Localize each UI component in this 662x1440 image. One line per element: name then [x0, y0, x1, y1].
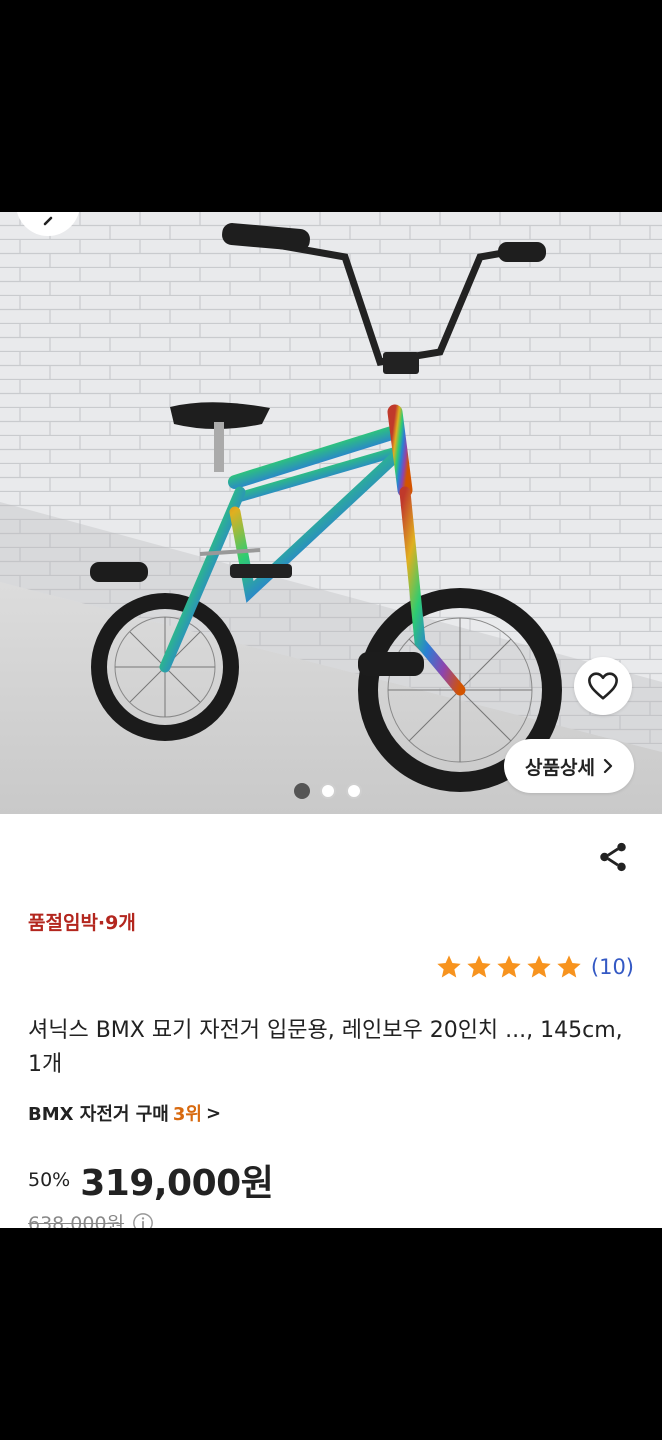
- star-icon: [527, 955, 551, 978]
- rank-chevron: >: [205, 1102, 222, 1124]
- stock-notice: 품절임박·9개: [28, 912, 136, 934]
- product-image: [0, 212, 662, 814]
- carousel-indicator: [294, 783, 362, 799]
- discount-rate: 50%: [28, 1169, 71, 1191]
- carousel-dot-2[interactable]: [320, 783, 336, 799]
- product-image-carousel[interactable]: 상품상세: [0, 212, 662, 814]
- star-icon: [497, 955, 521, 978]
- original-price-row: 638,000원: [28, 1209, 154, 1228]
- chevron-left-icon: [43, 216, 53, 226]
- product-detail-screen: 상품상세 품절임박·9개 (10) 셔닉스 BMX 묘기 자전거 입문용, 레인…: [0, 212, 662, 1228]
- info-icon[interactable]: [132, 1212, 154, 1229]
- rating-stars: [435, 953, 583, 981]
- chevron-right-icon: [603, 758, 613, 774]
- star-icon: [437, 955, 461, 978]
- category-rank-link[interactable]: BMX 자전거 구매 3위 >: [28, 1100, 221, 1126]
- heart-icon: [588, 672, 618, 700]
- star-icon: [557, 955, 581, 978]
- rank-label: BMX 자전거 구매: [28, 1104, 169, 1125]
- wishlist-button[interactable]: [574, 657, 632, 715]
- share-icon: [600, 842, 626, 872]
- price-row: 50% 319,000원: [28, 1154, 274, 1206]
- rating[interactable]: (10): [435, 953, 634, 981]
- review-count[interactable]: (10): [591, 955, 634, 979]
- rank-number: 3위: [172, 1104, 202, 1125]
- carousel-dot-3[interactable]: [346, 783, 362, 799]
- product-title: 셔닉스 BMX 묘기 자전거 입문용, 레인보우 20인치 ..., 145cm…: [28, 1018, 623, 1077]
- share-button[interactable]: [592, 836, 634, 878]
- carousel-dot-1[interactable]: [294, 783, 310, 799]
- product-detail-button-label: 상품상세: [525, 756, 595, 779]
- product-detail-button[interactable]: 상품상세: [504, 739, 634, 793]
- star-icon: [467, 955, 491, 978]
- sale-price: 319,000원: [80, 1163, 274, 1204]
- original-price: 638,000원: [28, 1213, 125, 1228]
